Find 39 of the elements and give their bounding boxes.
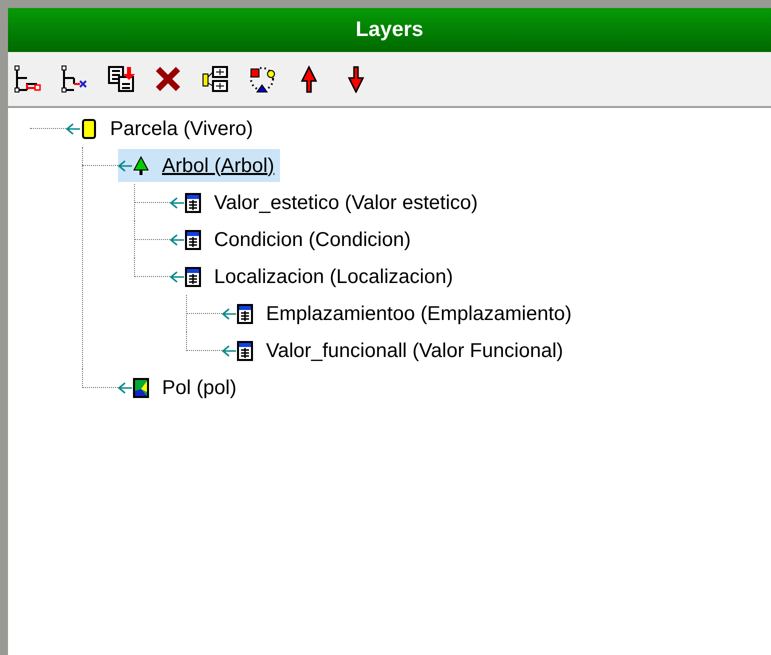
branch-icon xyxy=(118,380,132,394)
tree-item[interactable]: Arbol (Arbol) xyxy=(118,149,280,182)
layer-name: Emplazamientoo (Emplazamiento) xyxy=(266,302,572,326)
table-icon xyxy=(184,192,202,212)
branch-icon xyxy=(170,270,184,284)
branch-icon xyxy=(222,344,236,358)
branch-icon xyxy=(170,196,184,210)
branch-icon xyxy=(222,306,236,320)
cycle-icon[interactable] xyxy=(247,64,277,94)
tree-link-icon[interactable] xyxy=(12,64,42,94)
layer-name: Parcela (Vivero) xyxy=(110,116,254,142)
tree-item[interactable]: Parcela (Vivero) xyxy=(66,112,260,145)
branch-icon xyxy=(170,232,184,246)
panel-title: Layers xyxy=(356,17,424,44)
tree-item[interactable]: Valor_estetico (Valor estetico) xyxy=(170,186,484,219)
layer-name: Valor_estetico (Valor estetico) xyxy=(214,190,478,216)
layer-name: Valor_funcionall (Valor Funcional) xyxy=(266,338,564,364)
tree-item[interactable]: Valor_funcionall (Valor Funcional) xyxy=(222,334,570,367)
layer-name: Pol (pol) xyxy=(162,376,236,400)
copy-table-icon[interactable] xyxy=(106,64,136,94)
table-icon xyxy=(184,266,202,286)
tree-unlink-icon[interactable] xyxy=(59,64,89,94)
layer-name: Localizacion (Localizacion) xyxy=(214,264,454,290)
table-icon xyxy=(236,304,254,324)
tree-item[interactable]: Condicion (Condicion) xyxy=(170,223,417,256)
tree-icon xyxy=(132,156,150,176)
tree-item[interactable]: Localizacion (Localizacion) xyxy=(170,260,460,293)
branch-icon xyxy=(66,122,80,136)
delete-icon[interactable] xyxy=(153,64,183,94)
polygon-icon xyxy=(132,378,150,398)
table-icon xyxy=(184,230,202,250)
tree-item[interactable]: Emplazamientoo (Emplazamiento) xyxy=(222,297,578,330)
tree-item[interactable]: Pol (pol) xyxy=(118,371,242,404)
branch-icon xyxy=(118,158,132,172)
structure-icon[interactable] xyxy=(200,64,230,94)
table-icon xyxy=(236,340,254,360)
layer-name: Condicion (Condicion) xyxy=(214,228,411,252)
layer-icon xyxy=(80,118,98,138)
layer-name: Arbol (Arbol) xyxy=(162,154,274,178)
